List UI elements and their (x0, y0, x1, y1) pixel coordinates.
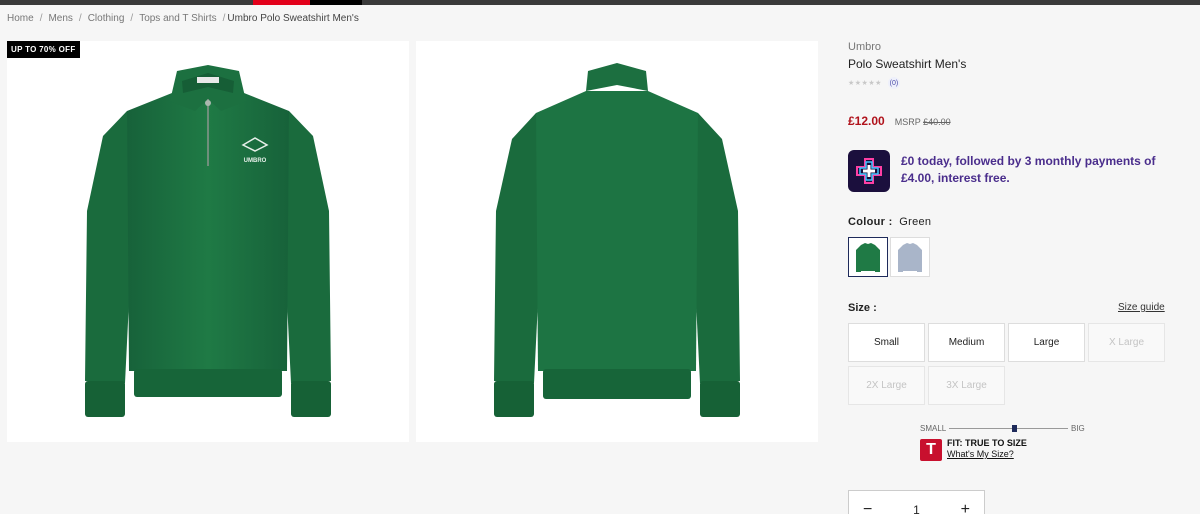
price-row: £12.00 MSRP £40.00 (848, 114, 951, 128)
umbro-logo-text: UMBRO (244, 158, 267, 164)
product-image-front[interactable]: UMBRO (7, 41, 409, 442)
size-3xlarge-button[interactable]: 3X Large (928, 366, 1005, 405)
fit-result: FIT: TRUE TO SIZE (947, 438, 1027, 448)
sweatshirt-front-illustration: UMBRO (85, 65, 331, 417)
selected-colour: Green (899, 216, 932, 228)
size-small-button[interactable]: Small (848, 323, 925, 362)
breadcrumb-tops[interactable]: Tops and T Shirts (139, 13, 216, 24)
bnpl-plus-icon (848, 150, 890, 192)
msrp: MSRP £40.00 (894, 117, 951, 127)
quantity-value[interactable]: 1 (913, 503, 920, 514)
breadcrumb-separator: / (78, 13, 82, 24)
fit-scale-track (949, 428, 1068, 429)
star-rating-icon: ★★★★★ (848, 80, 882, 87)
rating[interactable]: ★★★★★ (0) (848, 77, 900, 89)
msrp-value: £40.00 (923, 117, 951, 127)
size-label: Size : (848, 302, 877, 314)
product-image-back[interactable] (416, 41, 818, 442)
sweatshirt-back-illustration (494, 63, 740, 417)
whats-my-size-link[interactable]: What's My Size? (947, 449, 1014, 459)
breadcrumb-clothing[interactable]: Clothing (88, 13, 125, 24)
grey-sweatshirt-thumbnail (898, 243, 922, 272)
colour-swatch-grey[interactable] (890, 237, 930, 277)
price: £12.00 (848, 114, 885, 128)
fit-scale-small-label: SMALL (920, 424, 947, 433)
quantity-stepper: − 1 + (848, 490, 985, 514)
breadcrumb-home[interactable]: Home (7, 13, 34, 24)
quantity-decrease-button[interactable]: − (863, 501, 872, 514)
promo-badge: UP TO 70% OFF (7, 41, 80, 58)
product-brand[interactable]: Umbro (848, 41, 881, 53)
size-xlarge-button[interactable]: X Large (1088, 323, 1165, 362)
breadcrumb-mens[interactable]: Mens (48, 13, 72, 24)
colour-label: Colour : Green (848, 216, 932, 228)
breadcrumb-separator: / (130, 13, 134, 24)
fit-scale-big-label: BIG (1071, 424, 1085, 433)
review-count: (0) (887, 77, 900, 89)
product-title: Polo Sweatshirt Men's (848, 57, 967, 71)
breadcrumb-separator: / (222, 13, 226, 24)
colour-swatch-green[interactable] (848, 237, 888, 277)
quantity-increase-button[interactable]: + (961, 501, 970, 514)
size-medium-button[interactable]: Medium (928, 323, 1005, 362)
fit-scale: SMALL BIG (920, 424, 1090, 434)
size-large-button[interactable]: Large (1008, 323, 1085, 362)
size-guide-link[interactable]: Size guide (1118, 302, 1165, 313)
size-2xlarge-button[interactable]: 2X Large (848, 366, 925, 405)
breadcrumb-separator: / (39, 13, 43, 24)
top-accent-bar (0, 0, 1200, 5)
accent-red-segment (253, 0, 310, 5)
true-fit-logo-icon: T (920, 439, 942, 461)
fit-scale-marker (1012, 425, 1018, 432)
breadcrumb: Home / Mens / Clothing / Tops and T Shirts / Umb… (7, 13, 359, 24)
bnpl-message: £0 today, followed by 3 monthly payments… (901, 154, 1156, 185)
breadcrumb-current: Umbro Polo Sweatshirt Men's (227, 13, 359, 24)
accent-black-segment (310, 0, 362, 5)
green-sweatshirt-thumbnail (856, 243, 880, 272)
